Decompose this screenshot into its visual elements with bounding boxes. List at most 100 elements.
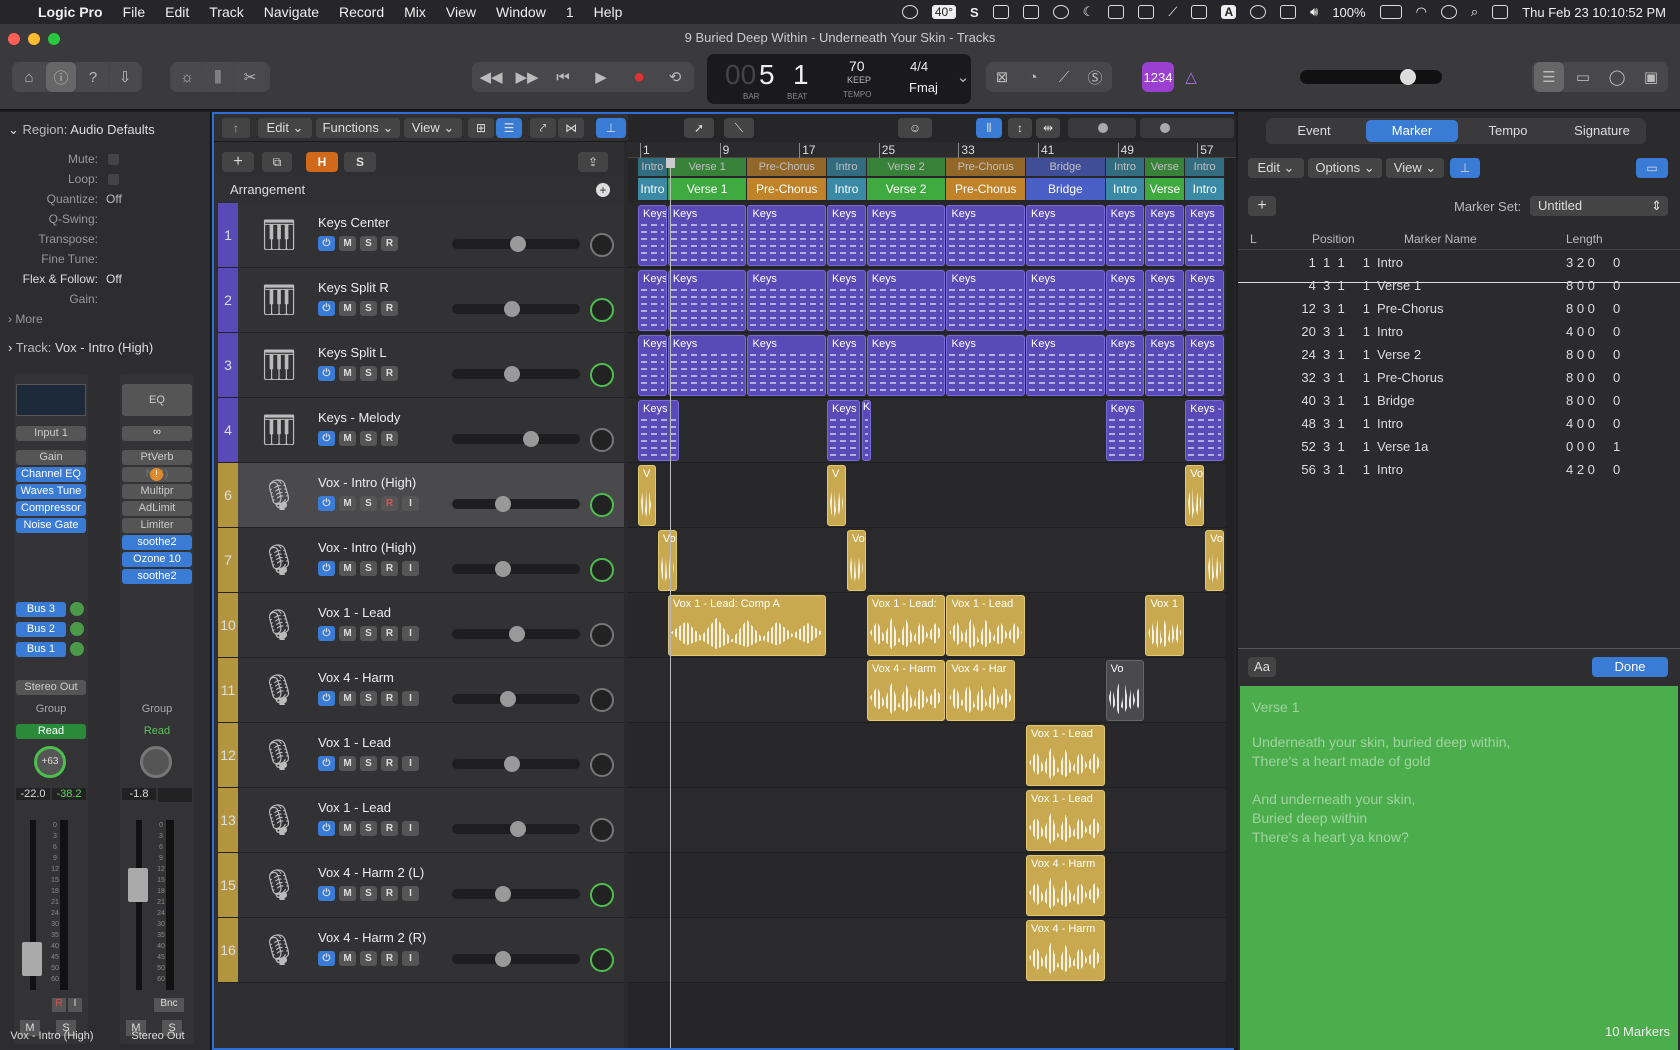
menu-one[interactable]: 1 bbox=[556, 4, 584, 20]
record-enable-button[interactable]: R bbox=[381, 951, 398, 966]
audio-region[interactable]: Vox 1 - Lead bbox=[1026, 790, 1105, 851]
arrangement-marker[interactable]: Bridge bbox=[1026, 178, 1105, 200]
track-header[interactable]: 1 🎹︎ Keys Center ⏻ M S R bbox=[218, 203, 624, 268]
power-icon[interactable]: ⏻ bbox=[318, 886, 335, 901]
audio-region[interactable]: Vo bbox=[1205, 530, 1225, 591]
marker-row[interactable]: 1 1 1 1 Intro 3 2 0 0 bbox=[1238, 252, 1680, 275]
display-icon[interactable] bbox=[1022, 5, 1039, 19]
mute-button[interactable]: M bbox=[339, 561, 356, 576]
midi-region[interactable]: Keys bbox=[866, 335, 946, 396]
vertical-zoom-icon[interactable]: ↕ bbox=[1008, 118, 1032, 138]
flex-icon[interactable]: ⋈ bbox=[558, 118, 584, 138]
volume-slider[interactable] bbox=[452, 236, 580, 252]
midi-region[interactable]: Keys bbox=[866, 205, 946, 266]
midi-region[interactable]: Keys bbox=[1026, 335, 1105, 396]
volume-value[interactable]: -22.0 bbox=[16, 788, 50, 800]
mixer-icon[interactable]: ⫼ bbox=[203, 62, 233, 92]
triangle-icon[interactable] bbox=[1108, 5, 1125, 19]
record-enable-button[interactable]: R bbox=[381, 236, 398, 251]
volume-slider[interactable] bbox=[452, 886, 580, 902]
volume-knob[interactable] bbox=[503, 301, 520, 317]
pan-knob[interactable] bbox=[590, 493, 614, 517]
mute-button[interactable]: M bbox=[339, 366, 356, 381]
input-monitor-button[interactable]: I bbox=[402, 496, 419, 511]
note-icon[interactable]: △ bbox=[1178, 62, 1204, 92]
marker-snap-icon[interactable]: ⊥ bbox=[1450, 158, 1480, 178]
track-header[interactable]: 6 🎙︎ Vox - Intro (High) ⏻ M S R I bbox=[218, 463, 624, 528]
link-icon[interactable]: ∞ bbox=[122, 426, 192, 441]
volume-slider[interactable] bbox=[452, 561, 580, 577]
track-header[interactable]: 13 🎙︎ Vox 1 - Lead ⏻ M S R I bbox=[218, 788, 624, 853]
midi-region[interactable]: Keys - bbox=[827, 400, 860, 461]
calendar-icon[interactable] bbox=[992, 5, 1009, 19]
vertical-zoom-slider[interactable] bbox=[1068, 118, 1136, 138]
pan-knob[interactable] bbox=[590, 753, 614, 777]
record-enable-button[interactable]: R bbox=[381, 496, 398, 511]
moon-icon[interactable]: ☾ bbox=[1083, 4, 1095, 20]
track-name[interactable]: Vox 1 - Lead bbox=[318, 735, 391, 750]
marker-sidebar-icon[interactable]: ▭ bbox=[1636, 158, 1668, 178]
send-bus-2[interactable]: Bus 2 bbox=[16, 622, 66, 637]
audio-region[interactable]: Vox 1 - Lead bbox=[946, 595, 1026, 656]
midi-region[interactable]: Keys bbox=[638, 270, 667, 331]
search-icon[interactable]: ⌕ bbox=[1471, 4, 1478, 20]
download-icon[interactable]: ⇩ bbox=[110, 62, 140, 92]
volume-knob[interactable] bbox=[494, 561, 511, 577]
pan-knob[interactable] bbox=[590, 298, 614, 322]
volume-knob[interactable] bbox=[494, 886, 511, 902]
volume-icon[interactable]: 🔊︎ bbox=[1310, 4, 1318, 20]
midi-region[interactable]: Keys bbox=[638, 205, 667, 266]
volume-value-2[interactable]: -1.8 bbox=[122, 788, 156, 800]
screen-icon[interactable] bbox=[901, 5, 918, 19]
pencil-tool-icon[interactable]: ⟍ bbox=[724, 118, 754, 138]
track-header[interactable]: 4 🎹︎ Keys - Melody ⏻ M S R bbox=[218, 398, 624, 463]
fader-track-2[interactable] bbox=[136, 820, 142, 990]
volume-slider[interactable] bbox=[452, 366, 580, 382]
audio-region[interactable]: Vox 4 - Harm bbox=[1026, 855, 1105, 916]
playhead-handle[interactable] bbox=[666, 158, 675, 168]
volume-slider[interactable] bbox=[452, 756, 580, 772]
lcd-display[interactable]: 00 5 1 BAR BEAT 70 KEEP TEMPO 4/4 Fmaj bbox=[707, 54, 971, 104]
track-header[interactable]: 15 🎙︎ Vox 4 - Harm 2 (L) ⏻ M S R I bbox=[218, 853, 624, 918]
midi-region[interactable]: Keys bbox=[946, 270, 1026, 331]
tab-event[interactable]: Event bbox=[1268, 120, 1360, 142]
fader-cap[interactable] bbox=[22, 942, 42, 976]
midi-region[interactable]: Keys bbox=[1105, 335, 1145, 396]
track-header[interactable]: 16 🎙︎ Vox 4 - Harm 2 (R) ⏻ M S R I bbox=[218, 918, 624, 983]
midi-region[interactable]: Keys bbox=[1026, 205, 1105, 266]
curve-icon[interactable]: ⤤ bbox=[530, 118, 556, 138]
temperature-badge[interactable]: 40° bbox=[931, 5, 956, 19]
record-enable-button[interactable]: R bbox=[381, 431, 398, 446]
plugin-slot-1[interactable]: Channel EQ bbox=[16, 467, 86, 482]
pan-knob[interactable] bbox=[590, 558, 614, 582]
ruler-marker[interactable]: Bridge bbox=[1026, 158, 1105, 176]
count-in-badge[interactable]: 1234 bbox=[1142, 62, 1174, 92]
power-icon[interactable]: ⏻ bbox=[318, 561, 335, 576]
track-lane[interactable] bbox=[628, 918, 1226, 983]
mute-button[interactable]: M bbox=[339, 886, 356, 901]
mute-button[interactable]: M bbox=[339, 756, 356, 771]
volume-slider[interactable] bbox=[452, 626, 580, 642]
midi-region[interactable]: Keys bbox=[1105, 400, 1145, 461]
midi-region[interactable]: Keys bbox=[1105, 270, 1145, 331]
midi-region[interactable]: Keys bbox=[1026, 270, 1105, 331]
record-enable-button[interactable]: R bbox=[381, 756, 398, 771]
pan-knob[interactable]: +63 bbox=[34, 746, 66, 778]
list-view-icon[interactable]: ☰ bbox=[496, 118, 522, 138]
mute-button[interactable]: M bbox=[339, 951, 356, 966]
hide-button[interactable]: H bbox=[306, 152, 338, 172]
audio-region[interactable]: Vox 4 - Har bbox=[946, 660, 1016, 721]
midi-region[interactable]: Keys bbox=[1105, 205, 1145, 266]
audio-region[interactable]: Vo bbox=[1185, 465, 1205, 526]
menu-window[interactable]: Window bbox=[486, 4, 556, 20]
mute-button[interactable]: M bbox=[339, 431, 356, 446]
power-icon[interactable]: ⏻ bbox=[318, 236, 335, 251]
x-box-icon[interactable]: ⊠ bbox=[988, 62, 1016, 92]
peak-value-2[interactable] bbox=[158, 788, 192, 802]
track-name[interactable]: Keys Split R bbox=[318, 280, 389, 295]
loop-checkbox[interactable] bbox=[108, 174, 119, 185]
marker-row[interactable]: 48 3 1 1 Intro 4 0 0 0 bbox=[1238, 413, 1680, 436]
midi-region[interactable]: Keys bbox=[866, 270, 946, 331]
audio-region[interactable]: Vo bbox=[1105, 660, 1145, 721]
ruler-marker[interactable]: Verse bbox=[1145, 158, 1185, 176]
